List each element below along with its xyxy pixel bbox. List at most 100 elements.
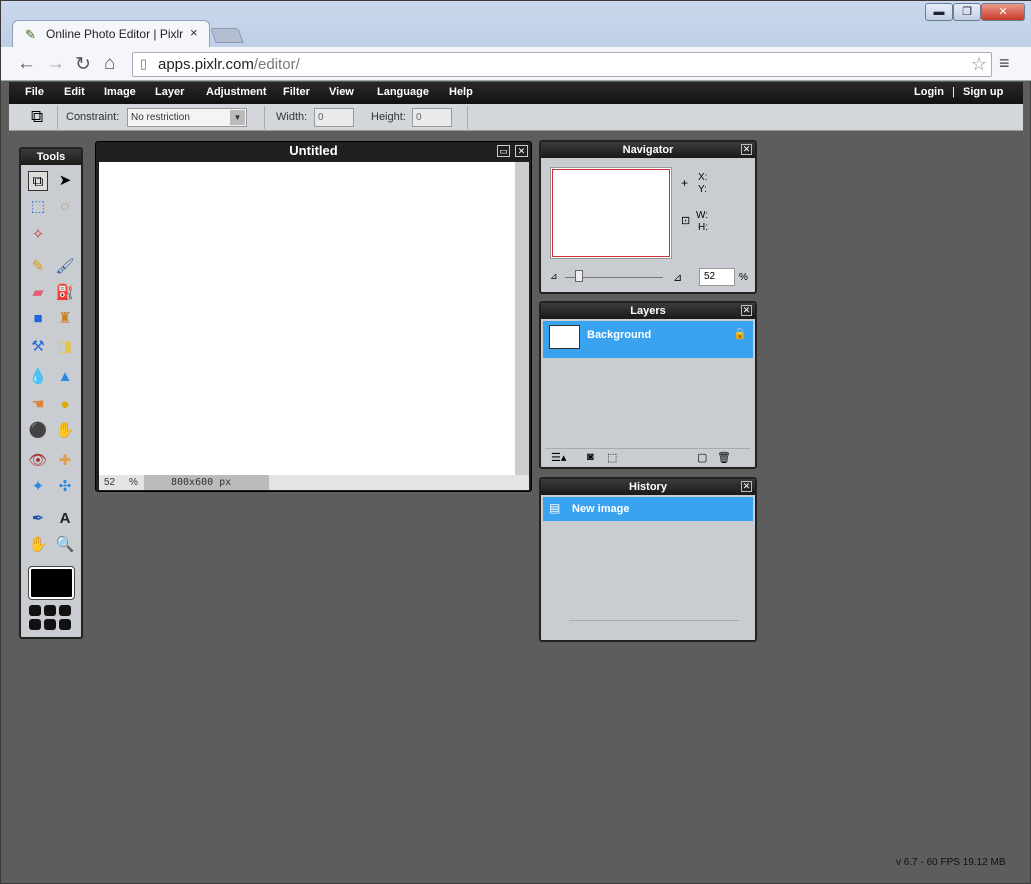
- vertical-scrollbar[interactable]: [515, 162, 529, 475]
- chevron-down-icon[interactable]: ▼: [230, 110, 245, 125]
- burn-icon[interactable]: ✋: [55, 421, 75, 441]
- close-icon[interactable]: ✕: [515, 145, 528, 157]
- minimize-button[interactable]: ▬: [925, 3, 953, 21]
- browser-window: ▬ ❐ ✕ ✎ Online Photo Editor | Pixlr × ← …: [0, 0, 1031, 884]
- close-icon[interactable]: ✕: [741, 305, 752, 316]
- menu-help[interactable]: Help: [449, 86, 473, 98]
- menu-edit[interactable]: Edit: [64, 86, 85, 98]
- menu-filter[interactable]: Filter: [283, 86, 310, 98]
- move-icon[interactable]: ➤: [55, 171, 75, 191]
- tool-grid-icon[interactable]: [29, 605, 75, 633]
- hand-icon[interactable]: ✋: [28, 535, 48, 555]
- new-layer-icon[interactable]: ▢: [697, 451, 707, 464]
- maximize-button[interactable]: ❐: [953, 3, 981, 21]
- eraser-icon[interactable]: ▰: [28, 283, 48, 303]
- blur-icon[interactable]: 💧: [28, 367, 48, 387]
- crop-tool-icon: ⧉: [31, 107, 44, 126]
- page-icon: ▯: [140, 56, 148, 71]
- sponge-icon[interactable]: ●: [55, 395, 75, 415]
- color-picker-icon[interactable]: ✒: [28, 509, 48, 529]
- url-path: /editor/: [253, 56, 300, 73]
- type-icon[interactable]: A: [55, 509, 75, 529]
- width-label: Width:: [276, 111, 308, 123]
- constraint-label: Constraint:: [66, 111, 120, 123]
- y-label: Y:: [698, 184, 707, 195]
- bookmark-star-icon[interactable]: ☆: [971, 54, 987, 75]
- menu-image[interactable]: Image: [104, 86, 136, 98]
- chrome-menu-icon[interactable]: ≡: [999, 53, 1010, 74]
- pencil-icon[interactable]: ✎: [28, 257, 48, 277]
- history-item-label: New image: [572, 503, 630, 515]
- reload-icon[interactable]: ↻: [75, 53, 91, 76]
- back-icon[interactable]: ←: [17, 53, 36, 75]
- layer-mask-icon[interactable]: ◙: [587, 451, 594, 463]
- browser-tab[interactable]: ✎ Online Photo Editor | Pixlr ×: [12, 20, 210, 47]
- canvas-title: Untitled: [289, 143, 338, 158]
- height-input[interactable]: 0: [412, 108, 452, 127]
- width-input[interactable]: 0: [314, 108, 354, 127]
- layer-thumbnail: [549, 325, 580, 349]
- red-eye-icon[interactable]: 👁: [28, 451, 48, 471]
- forward-icon[interactable]: →: [46, 53, 65, 75]
- zoom-slider-handle[interactable]: [575, 270, 583, 282]
- spot-heal-icon[interactable]: ✚: [55, 451, 75, 471]
- login-link[interactable]: Login: [914, 86, 944, 98]
- color-replace-icon[interactable]: ⚒: [28, 337, 48, 357]
- pixlr-favicon-icon: ✎: [25, 27, 36, 42]
- clone-stamp-icon[interactable]: ♜: [55, 309, 75, 329]
- sharpen-icon[interactable]: ▲: [55, 367, 75, 387]
- close-window-button[interactable]: ✕: [981, 3, 1025, 21]
- zoom-value[interactable]: 52: [104, 477, 115, 488]
- maximize-icon[interactable]: ▭: [497, 145, 510, 157]
- layer-style-icon[interactable]: ⬚: [607, 451, 617, 464]
- crop-icon[interactable]: ⧉: [28, 171, 48, 191]
- zoom-icon[interactable]: 🔍: [55, 535, 75, 555]
- navigator-panel: Navigator ✕ + X: Y: ⊡ W: H: ⊿ ⊿ 52 %: [539, 140, 757, 294]
- canvas-status-bar: 52 % 800x600 px: [99, 475, 529, 490]
- zoom-in-icon[interactable]: ⊿: [673, 271, 682, 284]
- drawing-icon[interactable]: ◨: [55, 337, 75, 357]
- image-canvas[interactable]: [99, 162, 515, 475]
- dodge-icon[interactable]: ⚫: [28, 421, 48, 441]
- size-icon: ⊡: [681, 215, 691, 227]
- menu-divider: |: [952, 86, 955, 98]
- bloat-icon[interactable]: ✦: [28, 477, 48, 497]
- pinch-icon[interactable]: ✣: [55, 477, 75, 497]
- constraint-select[interactable]: No restriction ▼: [127, 108, 247, 127]
- app-status: v 6.7 - 60 FPS 19.12 MB: [896, 857, 1006, 868]
- foreground-color-swatch[interactable]: [28, 566, 75, 600]
- tools-title: Tools: [21, 149, 81, 165]
- history-item[interactable]: ▤ New image: [543, 497, 753, 521]
- paint-bucket-icon[interactable]: ⛽: [55, 283, 75, 303]
- marquee-icon[interactable]: ⬚: [28, 197, 48, 217]
- tab-close-icon[interactable]: ×: [190, 25, 198, 40]
- magic-wand-icon[interactable]: ✧: [28, 225, 48, 245]
- smudge-icon[interactable]: ☚: [28, 395, 48, 415]
- delete-layer-icon[interactable]: 🗑: [717, 451, 731, 464]
- address-bar[interactable]: ▯ apps.pixlr.com/editor/ ☆: [132, 52, 992, 77]
- constraint-value: No restriction: [131, 112, 190, 123]
- url-host: apps.pixlr.com: [158, 56, 254, 73]
- zoom-out-icon[interactable]: ⊿: [550, 271, 558, 282]
- lasso-icon[interactable]: ◌: [55, 197, 75, 217]
- layer-settings-icon[interactable]: ☰▴: [551, 451, 566, 464]
- new-tab-button[interactable]: [210, 28, 244, 43]
- gradient-icon[interactable]: ■: [28, 309, 48, 329]
- zoom-input[interactable]: 52: [699, 268, 735, 286]
- signup-link[interactable]: Sign up: [963, 86, 1003, 98]
- new-image-icon: ▤: [549, 501, 561, 515]
- menu-language[interactable]: Language: [377, 86, 429, 98]
- menu-view[interactable]: View: [329, 86, 354, 98]
- menu-file[interactable]: File: [25, 86, 44, 98]
- layer-item[interactable]: Background 🔒: [543, 321, 753, 358]
- menu-adjustment[interactable]: Adjustment: [206, 86, 267, 98]
- menu-layer[interactable]: Layer: [155, 86, 184, 98]
- history-panel: History ✕ ▤ New image: [539, 477, 757, 642]
- navigator-preview[interactable]: [550, 167, 672, 259]
- home-icon[interactable]: ⌂: [104, 53, 115, 75]
- tools-panel: Tools ⧉ ➤ ⬚ ◌ ✧ ✎ 🖌 ▰ ⛽ ■ ♜ ⚒ ◨ 💧 ▲ ☚ ● …: [19, 147, 83, 639]
- options-bar: ⧉ Constraint: No restriction ▼ Width: 0 …: [9, 104, 1023, 131]
- brush-icon[interactable]: 🖌: [55, 257, 75, 277]
- close-icon[interactable]: ✕: [741, 481, 752, 492]
- close-icon[interactable]: ✕: [741, 144, 752, 155]
